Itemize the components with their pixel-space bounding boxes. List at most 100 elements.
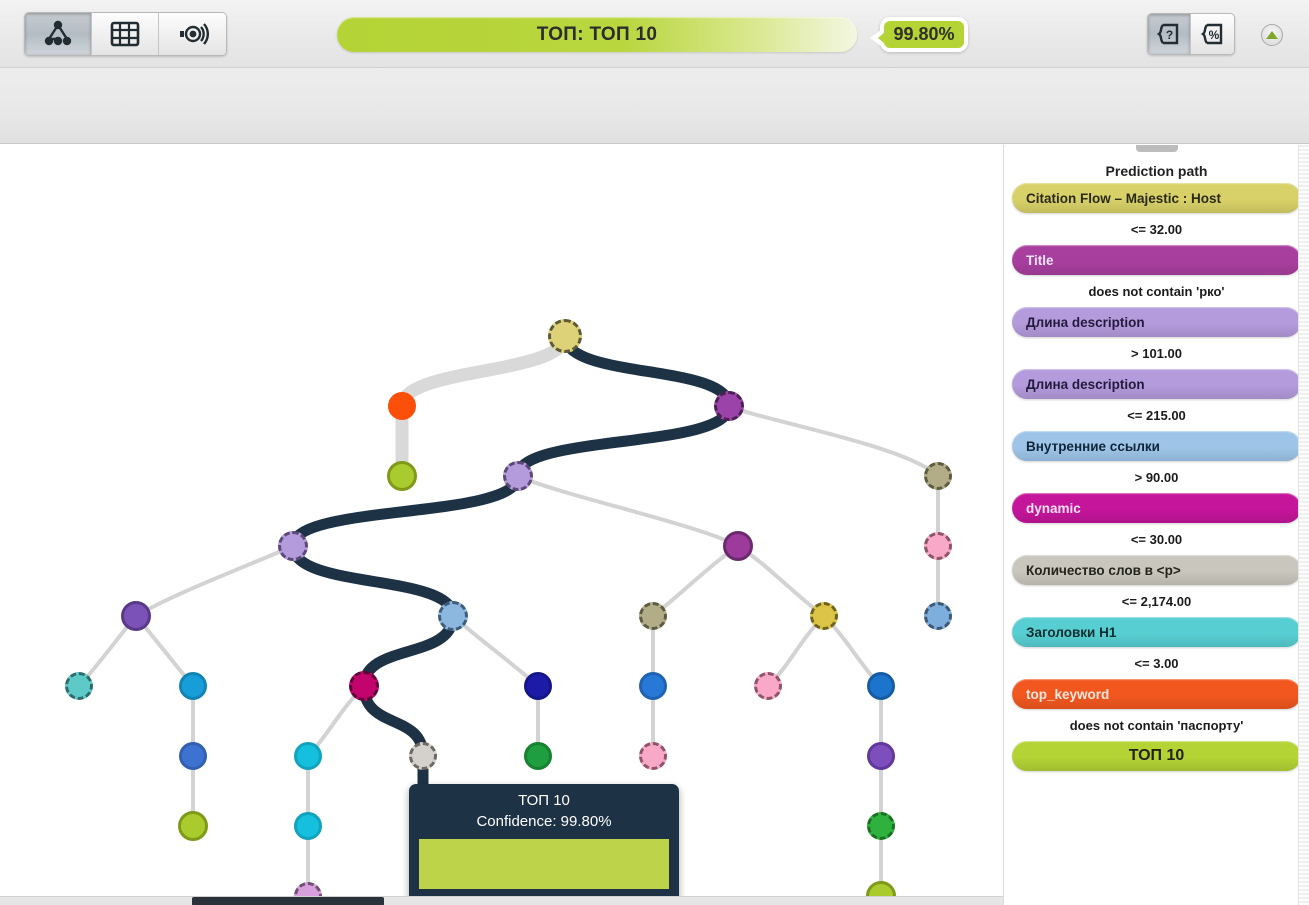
confidence-badge-text: 99.80% — [893, 24, 955, 44]
node-khaki[interactable] — [924, 462, 952, 490]
top-toolbar: ТОП: ТОП 10 99.80% ? % — [0, 0, 1309, 68]
node-root[interactable] — [548, 319, 582, 353]
node-green-2[interactable] — [867, 812, 895, 840]
node-aqua[interactable] — [294, 742, 322, 770]
prediction-path-field-label: Заголовки H1 — [1026, 624, 1117, 640]
horizontal-scrollbar[interactable] — [0, 896, 1003, 905]
prediction-path-field-0[interactable]: Citation Flow – Majestic : Host — [1012, 183, 1301, 213]
node-pink[interactable] — [924, 532, 952, 560]
tooltip-distribution-bar — [419, 839, 669, 889]
prediction-path-condition-3: <= 215.00 — [1127, 408, 1186, 423]
node-green[interactable] — [524, 742, 552, 770]
tree-edge — [287, 540, 459, 622]
node-lavender-2[interactable] — [278, 531, 308, 561]
prediction-path-condition-8: does not contain 'паспорту' — [1069, 718, 1244, 733]
node-magenta-purple[interactable] — [723, 531, 753, 561]
prediction-path-field-label: Citation Flow – Majestic : Host — [1026, 190, 1222, 206]
prediction-path-condition-0: <= 32.00 — [1130, 222, 1183, 237]
percent-format-button[interactable]: % — [1191, 14, 1234, 54]
tooltip-title: ТОП 10 — [518, 792, 570, 809]
format-mode-group[interactable]: ? % — [1147, 13, 1235, 55]
node-pink-2[interactable] — [754, 672, 782, 700]
prediction-path-field-label: ТОП 10 — [1128, 747, 1185, 764]
page-title: ТОП: ТОП 10 — [337, 17, 857, 52]
filter-toolbar: SUPPORT 0.01 % 57.09 % Predictions for: … — [0, 68, 1309, 206]
node-blue-3[interactable] — [179, 742, 207, 770]
node-leaf-green-2[interactable] — [178, 811, 208, 841]
question-format-button[interactable]: ? — [1148, 14, 1191, 54]
node-aqua-2[interactable] — [294, 812, 322, 840]
tree-edge — [451, 614, 540, 688]
vertical-scrollbar[interactable] — [1298, 145, 1309, 905]
radar-target-icon — [179, 23, 209, 45]
page-title-text: ТОП: ТОП 10 — [536, 23, 658, 45]
tooltip-confidence: Confidence: 99.80% — [476, 813, 612, 830]
prediction-path-field-7[interactable]: Заголовки H1 — [1012, 617, 1301, 647]
tree-edge — [559, 330, 735, 412]
prediction-path-field-6[interactable]: Количество слов в <p> — [1012, 555, 1301, 585]
tree-edge — [736, 544, 826, 618]
tree-edge — [516, 474, 740, 548]
prediction-path-condition-7: <= 3.00 — [1134, 656, 1179, 671]
prediction-path-field-label: dynamic — [1026, 500, 1081, 516]
horizontal-scrollbar-thumb[interactable] — [192, 897, 384, 905]
tree-edge — [651, 544, 740, 618]
node-crimson[interactable] — [349, 671, 379, 701]
prediction-path-field-8[interactable]: top_keyword — [1012, 679, 1301, 709]
prediction-path-condition-6: <= 2,174.00 — [1121, 594, 1192, 609]
prediction-path-condition-5: <= 30.00 — [1130, 532, 1183, 547]
node-blue-2[interactable] — [867, 672, 895, 700]
prediction-path-field-label: Длина description — [1026, 376, 1145, 392]
tree-graph-icon — [44, 20, 72, 46]
prediction-path-title: Prediction path — [1105, 163, 1208, 179]
tree-edge — [395, 329, 572, 413]
prediction-path-field-3[interactable]: Длина description — [1012, 369, 1301, 399]
confidence-badge: 99.80% — [870, 17, 968, 52]
node-lavender[interactable] — [503, 461, 533, 491]
node-cyanblue[interactable] — [179, 672, 207, 700]
prediction-path-field-1[interactable]: Title — [1012, 245, 1301, 275]
prediction-path-field-5[interactable]: dynamic — [1012, 493, 1301, 523]
node-navy[interactable] — [524, 672, 552, 700]
table-view-button[interactable] — [92, 13, 159, 55]
node-lightblue[interactable] — [438, 601, 468, 631]
node-leaf-green[interactable] — [387, 461, 417, 491]
prediction-path-field-2[interactable]: Длина description — [1012, 307, 1301, 337]
node-steelblue[interactable] — [924, 602, 952, 630]
decision-tree-canvas[interactable]: ТОП 10 Confidence: 99.80% 1,892 instance… — [0, 145, 1003, 898]
collapse-panel-button[interactable] — [1261, 24, 1283, 46]
prediction-path-field-label: Внутренние ссылки — [1026, 438, 1160, 454]
node-pink-3[interactable] — [639, 742, 667, 770]
node-khaki-2[interactable] — [639, 602, 667, 630]
tree-view-button[interactable] — [25, 13, 92, 55]
tree-edge — [358, 610, 459, 692]
node-purple[interactable] — [714, 391, 744, 421]
node-tooltip: ТОП 10 Confidence: 99.80% 1,892 instance… — [409, 784, 679, 898]
node-violet-2[interactable] — [867, 742, 895, 770]
prediction-path-field-4[interactable]: Внутренние ссылки — [1012, 431, 1301, 461]
svg-text:?: ? — [1166, 28, 1173, 42]
prediction-path-field-9[interactable]: ТОП 10 — [1012, 741, 1301, 771]
node-orange[interactable] — [388, 392, 416, 420]
node-teal[interactable] — [65, 672, 93, 700]
tree-edge — [134, 544, 295, 618]
node-selected-gray[interactable] — [409, 742, 437, 770]
sunburst-view-button[interactable] — [159, 13, 226, 55]
prediction-path-field-label: Количество слов в <p> — [1026, 562, 1181, 578]
prediction-path-field-label: Title — [1026, 252, 1054, 268]
svg-text:%: % — [1208, 28, 1219, 42]
brace-percent-icon: % — [1200, 23, 1222, 45]
tree-edge — [512, 400, 735, 482]
view-mode-group[interactable] — [24, 12, 227, 56]
panel-drag-handle[interactable] — [1135, 145, 1178, 152]
prediction-path-condition-2: > 101.00 — [1131, 346, 1182, 361]
brace-question-icon: ? — [1156, 23, 1179, 45]
prediction-path-panel: Prediction path Citation Flow – Majestic… — [1003, 145, 1309, 905]
node-yellow[interactable] — [810, 602, 838, 630]
grid-table-icon — [110, 21, 140, 47]
chevron-up-circle-icon — [1266, 31, 1278, 39]
prediction-path-condition-4: > 90.00 — [1134, 470, 1179, 485]
node-blue[interactable] — [639, 672, 667, 700]
prediction-path-field-label: top_keyword — [1026, 686, 1110, 702]
node-violet[interactable] — [121, 601, 151, 631]
